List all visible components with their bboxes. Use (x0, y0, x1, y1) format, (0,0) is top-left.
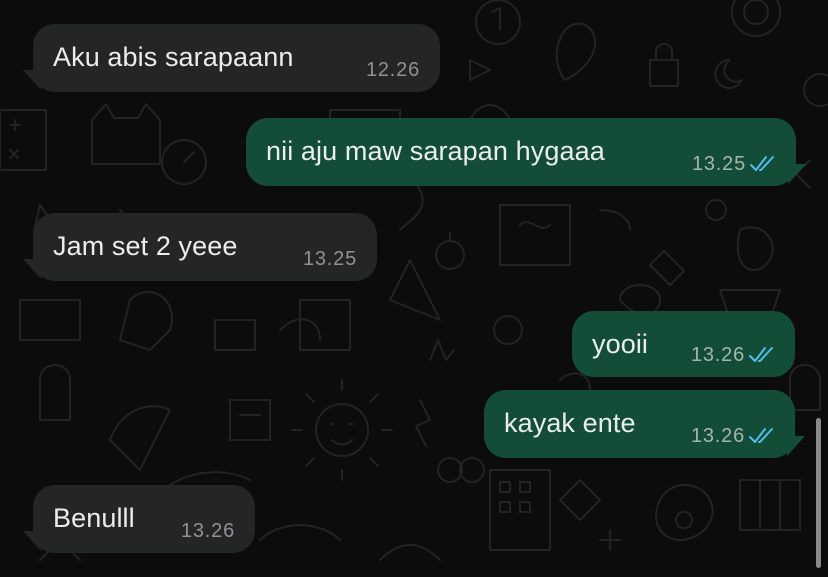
message-time: 13.25 (691, 153, 746, 175)
message-bubble-outgoing[interactable]: yooii 13.26 (572, 311, 795, 377)
message-meta: 13.25 (692, 153, 776, 175)
message-bubble-incoming[interactable]: Aku abis sarapaann 12.26 (23, 24, 440, 92)
message-meta: 13.26 (691, 344, 775, 366)
message-meta: 13.26 (181, 520, 235, 542)
message-time: 13.26 (180, 520, 235, 542)
chat-conversation[interactable]: Aku abis sarapaann 12.26 nii aju maw sar… (0, 0, 828, 577)
bubble-tail (787, 436, 805, 456)
bubble-tail (23, 259, 41, 279)
message-text: Jam set 2 yeee (53, 231, 238, 261)
message-bubble-outgoing[interactable]: nii aju maw sarapan hygaaa 13.25 (246, 118, 806, 186)
message-time: 13.26 (690, 344, 745, 366)
message-text: Benulll (53, 503, 135, 533)
bubble-tail (788, 164, 806, 184)
bubble-tail (23, 531, 41, 551)
message-text: Aku abis sarapaann (53, 42, 294, 72)
message-time: 12.26 (365, 59, 420, 81)
message-text: kayak ente (504, 408, 636, 438)
message-text: yooii (592, 329, 649, 359)
message-time: 13.25 (302, 248, 357, 270)
scrollbar[interactable] (816, 418, 821, 568)
double-check-icon (749, 428, 773, 443)
message-bubble-incoming[interactable]: Jam set 2 yeee 13.25 (23, 213, 377, 281)
message-bubble-outgoing[interactable]: kayak ente 13.26 (484, 390, 805, 458)
message-meta: 13.25 (303, 248, 357, 270)
message-bubble-incoming[interactable]: Benulll 13.26 (23, 485, 255, 553)
message-meta: 13.26 (691, 425, 775, 447)
double-check-icon (750, 156, 774, 171)
bubble-tail (23, 70, 41, 90)
message-text: nii aju maw sarapan hygaaa (266, 136, 605, 166)
message-meta: 12.26 (366, 59, 420, 81)
message-time: 13.26 (690, 425, 745, 447)
double-check-icon (749, 347, 773, 362)
